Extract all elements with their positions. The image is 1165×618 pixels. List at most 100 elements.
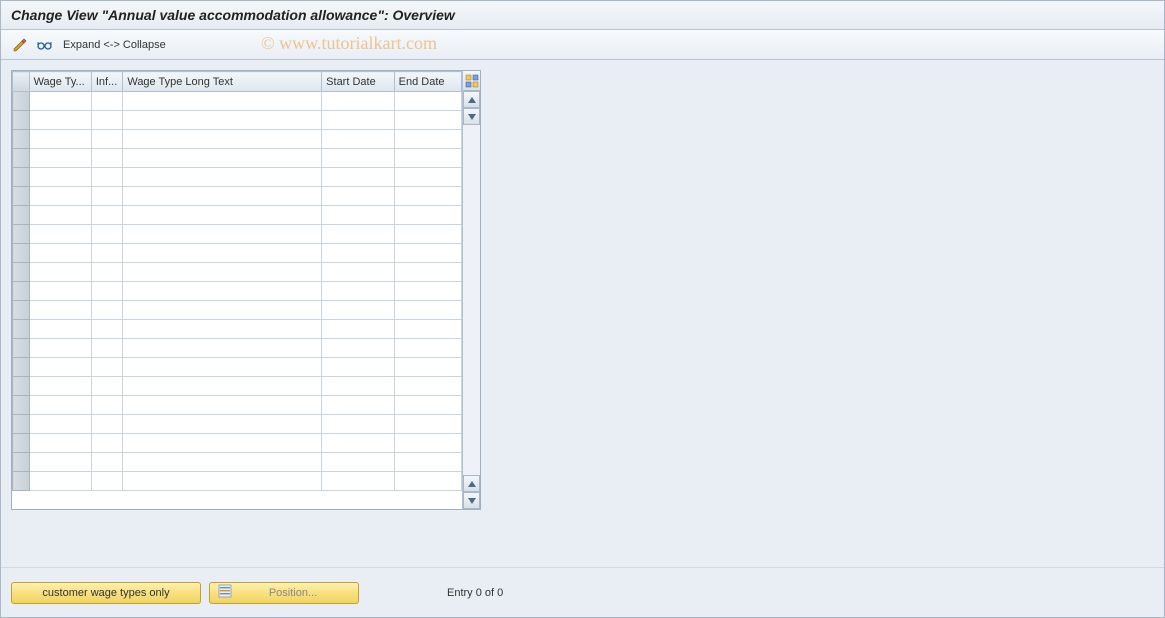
cell-long-text[interactable] xyxy=(123,453,322,472)
cell-wage-type[interactable] xyxy=(29,415,91,434)
cell-long-text[interactable] xyxy=(123,320,322,339)
col-header-inf[interactable]: Inf... xyxy=(91,72,122,92)
cell-end-date[interactable] xyxy=(394,472,461,491)
cell-end-date[interactable] xyxy=(394,434,461,453)
cell-inf[interactable] xyxy=(91,225,122,244)
cell-inf[interactable] xyxy=(91,244,122,263)
cell-wage-type[interactable] xyxy=(29,225,91,244)
cell-inf[interactable] xyxy=(91,263,122,282)
cell-wage-type[interactable] xyxy=(29,263,91,282)
cell-start-date[interactable] xyxy=(322,187,394,206)
cell-inf[interactable] xyxy=(91,187,122,206)
cell-start-date[interactable] xyxy=(322,472,394,491)
cell-long-text[interactable] xyxy=(123,263,322,282)
row-selector[interactable] xyxy=(13,377,30,396)
cell-long-text[interactable] xyxy=(123,187,322,206)
cell-inf[interactable] xyxy=(91,282,122,301)
cell-wage-type[interactable] xyxy=(29,453,91,472)
glasses-select-icon[interactable] xyxy=(35,36,53,54)
scroll-down-button[interactable] xyxy=(463,108,480,125)
cell-long-text[interactable] xyxy=(123,225,322,244)
cell-inf[interactable] xyxy=(91,339,122,358)
scroll-down-button-bottom[interactable] xyxy=(463,492,480,509)
cell-long-text[interactable] xyxy=(123,149,322,168)
cell-long-text[interactable] xyxy=(123,92,322,111)
cell-end-date[interactable] xyxy=(394,282,461,301)
row-selector[interactable] xyxy=(13,244,30,263)
cell-end-date[interactable] xyxy=(394,206,461,225)
row-selector[interactable] xyxy=(13,225,30,244)
cell-long-text[interactable] xyxy=(123,472,322,491)
cell-start-date[interactable] xyxy=(322,92,394,111)
cell-start-date[interactable] xyxy=(322,301,394,320)
cell-wage-type[interactable] xyxy=(29,320,91,339)
customer-wage-types-button[interactable]: customer wage types only xyxy=(11,582,201,604)
cell-wage-type[interactable] xyxy=(29,130,91,149)
row-selector[interactable] xyxy=(13,415,30,434)
cell-inf[interactable] xyxy=(91,358,122,377)
row-selector[interactable] xyxy=(13,187,30,206)
cell-wage-type[interactable] xyxy=(29,472,91,491)
cell-long-text[interactable] xyxy=(123,168,322,187)
cell-end-date[interactable] xyxy=(394,187,461,206)
cell-start-date[interactable] xyxy=(322,130,394,149)
scroll-up-button-bottom[interactable] xyxy=(463,475,480,492)
row-selector[interactable] xyxy=(13,92,30,111)
cell-end-date[interactable] xyxy=(394,130,461,149)
cell-inf[interactable] xyxy=(91,149,122,168)
scroll-track[interactable] xyxy=(463,125,480,475)
cell-start-date[interactable] xyxy=(322,244,394,263)
cell-end-date[interactable] xyxy=(394,168,461,187)
cell-long-text[interactable] xyxy=(123,130,322,149)
cell-start-date[interactable] xyxy=(322,168,394,187)
cell-start-date[interactable] xyxy=(322,396,394,415)
row-selector[interactable] xyxy=(13,453,30,472)
col-header-long-text[interactable]: Wage Type Long Text xyxy=(123,72,322,92)
cell-wage-type[interactable] xyxy=(29,339,91,358)
scroll-up-button[interactable] xyxy=(463,91,480,108)
cell-long-text[interactable] xyxy=(123,377,322,396)
cell-inf[interactable] xyxy=(91,396,122,415)
row-selector[interactable] xyxy=(13,320,30,339)
row-selector[interactable] xyxy=(13,130,30,149)
row-selector[interactable] xyxy=(13,263,30,282)
row-selector[interactable] xyxy=(13,434,30,453)
row-selector[interactable] xyxy=(13,149,30,168)
row-selector[interactable] xyxy=(13,111,30,130)
cell-start-date[interactable] xyxy=(322,453,394,472)
cell-end-date[interactable] xyxy=(394,377,461,396)
cell-inf[interactable] xyxy=(91,130,122,149)
row-selector[interactable] xyxy=(13,301,30,320)
row-selector[interactable] xyxy=(13,206,30,225)
cell-long-text[interactable] xyxy=(123,206,322,225)
cell-wage-type[interactable] xyxy=(29,377,91,396)
col-header-wage-type[interactable]: Wage Ty... xyxy=(29,72,91,92)
cell-end-date[interactable] xyxy=(394,92,461,111)
row-selector[interactable] xyxy=(13,339,30,358)
cell-wage-type[interactable] xyxy=(29,187,91,206)
cell-start-date[interactable] xyxy=(322,206,394,225)
cell-start-date[interactable] xyxy=(322,263,394,282)
cell-inf[interactable] xyxy=(91,92,122,111)
cell-long-text[interactable] xyxy=(123,339,322,358)
expand-collapse-button[interactable]: Expand <-> Collapse xyxy=(59,37,170,53)
cell-wage-type[interactable] xyxy=(29,206,91,225)
cell-end-date[interactable] xyxy=(394,111,461,130)
cell-start-date[interactable] xyxy=(322,111,394,130)
row-selector[interactable] xyxy=(13,358,30,377)
cell-wage-type[interactable] xyxy=(29,168,91,187)
cell-long-text[interactable] xyxy=(123,282,322,301)
cell-wage-type[interactable] xyxy=(29,149,91,168)
cell-inf[interactable] xyxy=(91,453,122,472)
cell-end-date[interactable] xyxy=(394,415,461,434)
cell-start-date[interactable] xyxy=(322,225,394,244)
pencil-glasses-icon[interactable] xyxy=(11,36,29,54)
cell-start-date[interactable] xyxy=(322,149,394,168)
cell-end-date[interactable] xyxy=(394,263,461,282)
col-header-start-date[interactable]: Start Date xyxy=(322,72,394,92)
cell-wage-type[interactable] xyxy=(29,111,91,130)
cell-wage-type[interactable] xyxy=(29,358,91,377)
cell-start-date[interactable] xyxy=(322,377,394,396)
cell-start-date[interactable] xyxy=(322,358,394,377)
position-button[interactable]: Position... xyxy=(209,582,359,604)
